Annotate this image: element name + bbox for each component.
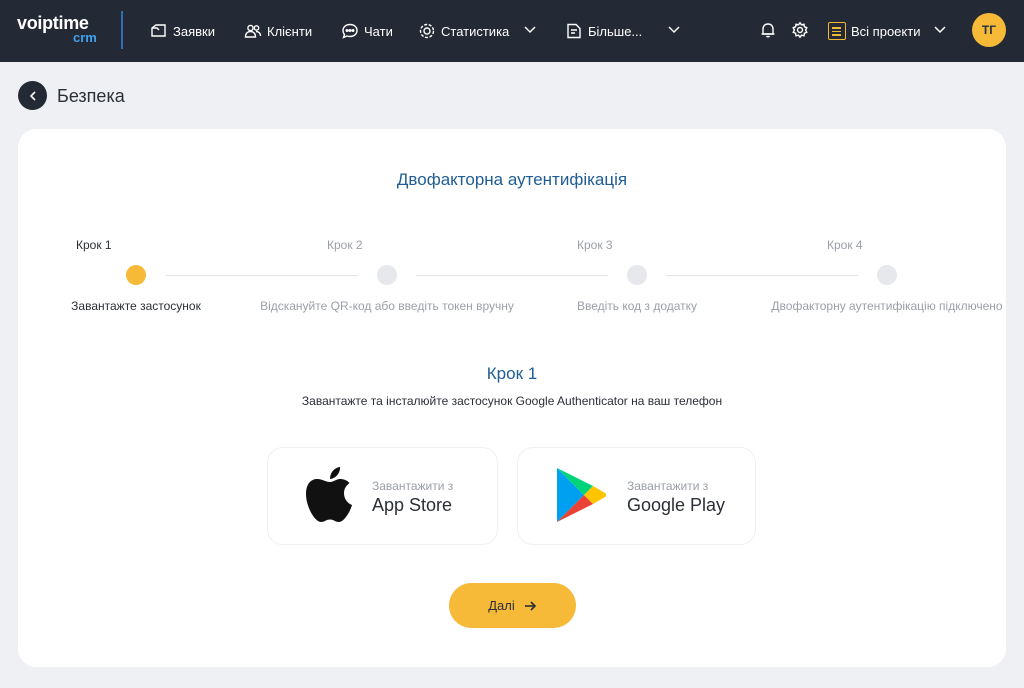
back-button[interactable]	[18, 81, 47, 110]
chevron-down-icon[interactable]	[523, 22, 537, 36]
next-button[interactable]: Далі	[449, 583, 576, 628]
two-factor-card: Двофакторна аутентифікація Крок 1 Завант…	[18, 129, 1006, 667]
project-icon	[828, 22, 846, 40]
card-title: Двофакторна аутентифікація	[396, 170, 628, 189]
nav-item-chats[interactable]: Чати	[341, 19, 393, 43]
nav-item-statistics[interactable]: Статистика	[418, 19, 509, 43]
stepper-connector	[166, 275, 358, 276]
nav-item-label: Заявки	[173, 23, 215, 39]
users-icon	[244, 24, 262, 38]
stepper-connector	[416, 275, 608, 276]
arrow-right-icon	[524, 600, 536, 611]
step-indicator	[377, 265, 397, 285]
voiptime-logo[interactable]: voiptime crm	[17, 12, 109, 46]
step-label: Крок 1	[76, 238, 112, 252]
store-caption: Завантажити з	[372, 479, 454, 493]
chevron-left-icon	[29, 90, 36, 101]
nav-item-label: Клієнти	[267, 23, 313, 39]
projects-label: Всі проекти	[851, 23, 921, 39]
chat-icon	[342, 23, 358, 39]
store-name: App Store	[372, 495, 453, 515]
nav-item-more[interactable]: Більше...	[565, 19, 642, 43]
nav-item-label: Більше...	[588, 23, 643, 39]
store-caption: Завантажити з	[627, 479, 709, 493]
step-indicator-active	[126, 265, 146, 285]
nav-item-label: Чати	[364, 23, 393, 39]
page-title: Безпека	[57, 86, 125, 106]
apple-icon	[306, 467, 352, 522]
google-play-icon	[557, 468, 607, 522]
projects-selector[interactable]: Всі проекти	[828, 19, 920, 43]
stepper-connector	[666, 275, 858, 276]
chevron-down-icon[interactable]	[667, 22, 681, 36]
step-label: Крок 4	[827, 238, 863, 252]
step-indicator	[877, 265, 897, 285]
current-step-title: Крок 1	[486, 364, 538, 383]
gear-icon[interactable]	[791, 21, 809, 39]
folder-icon	[151, 24, 166, 37]
logo-subtext: crm	[73, 30, 97, 45]
step-indicator	[627, 265, 647, 285]
logo-divider	[121, 11, 123, 49]
step-label: Крок 3	[577, 238, 613, 252]
current-step-instructions: Завантажте та інсталюйте застосунок Goog…	[301, 394, 723, 408]
google-play-button[interactable]: Завантажити з Google Play	[517, 447, 756, 545]
app-store-button[interactable]: Завантажити з App Store	[267, 447, 498, 545]
next-button-label: Далі	[488, 598, 515, 613]
more-icon	[567, 23, 581, 39]
nav-item-label: Статистика	[441, 23, 510, 39]
top-navigation-bar: voiptime crm Заявки Клієнти Чати Статист…	[0, 0, 1024, 62]
nav-item-clients[interactable]: Клієнти	[244, 19, 312, 43]
step-description: Двофакторну аутентифікацію підключено	[771, 299, 1003, 313]
avatar[interactable]: ТГ	[972, 13, 1006, 47]
bell-icon[interactable]	[759, 21, 777, 39]
chevron-down-icon[interactable]	[933, 22, 947, 36]
statistics-icon	[419, 23, 435, 39]
nav-item-requests[interactable]: Заявки	[150, 19, 215, 43]
store-name: Google Play	[627, 495, 726, 515]
step-label: Крок 2	[327, 238, 363, 252]
